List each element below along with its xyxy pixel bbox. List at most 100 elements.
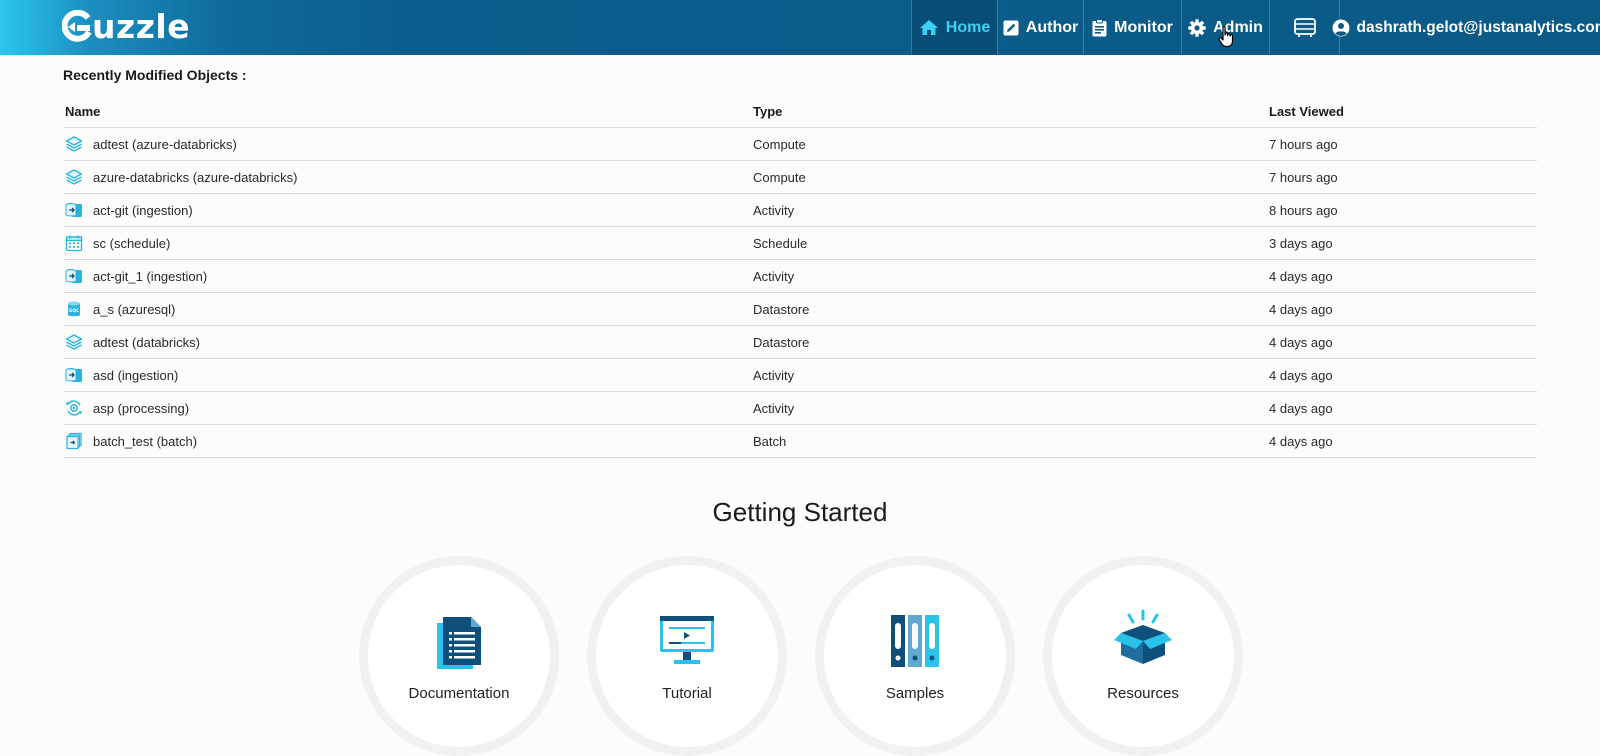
cell-last-viewed: 4 days ago: [1269, 433, 1333, 449]
cell-type: Activity: [753, 367, 795, 383]
nav-monitor[interactable]: Monitor: [1083, 0, 1181, 55]
table-row[interactable]: azure-databricks (azure-databricks) Compu…: [64, 161, 1537, 194]
cell-name[interactable]: act-git_1 (ingestion): [64, 266, 753, 286]
cell-last-viewed: 8 hours ago: [1269, 202, 1338, 218]
object-name[interactable]: asd (ingestion): [93, 368, 178, 383]
cell-type: Activity: [753, 268, 795, 284]
cell-type: Activity: [753, 400, 795, 416]
hand-cursor-icon: [1218, 26, 1234, 48]
samples-card[interactable]: Samples: [815, 556, 1015, 756]
object-name[interactable]: asp (processing): [93, 401, 189, 416]
object-name[interactable]: act-git (ingestion): [93, 203, 193, 218]
table-row[interactable]: act-git_1 (ingestion) Activity 4 days ago: [64, 260, 1537, 293]
user-menu[interactable]: dashrath.gelot@justanalytics.com: [1332, 0, 1600, 55]
cell-last-viewed: 7 hours ago: [1269, 136, 1338, 152]
cell-type: Datastore: [753, 334, 810, 350]
documentation-icon: [437, 617, 481, 669]
tutorial-monitor-icon: [660, 616, 714, 664]
table-row[interactable]: asp (processing) Activity 4 days ago: [64, 392, 1537, 425]
documentation-card[interactable]: Documentation: [359, 556, 559, 756]
table-row[interactable]: adtest (databricks) Datastore 4 days ago: [64, 326, 1537, 359]
sql-database-icon: SQL: [64, 299, 84, 319]
cell-type: Compute: [753, 136, 806, 152]
layers-icon: [64, 332, 84, 352]
recent-objects-title: Recently Modified Objects :: [63, 67, 247, 83]
tutorial-label: Tutorial: [662, 685, 712, 702]
cell-name[interactable]: batch_test (batch): [64, 431, 753, 451]
nav-author-label: Author: [1025, 18, 1079, 36]
table-row[interactable]: batch_test (batch) Batch 4 days ago: [64, 425, 1537, 458]
documentation-label: Documentation: [408, 685, 510, 702]
table-header: Name Type Last Viewed: [64, 96, 1537, 128]
table-row[interactable]: act-git (ingestion) Activity 8 hours ago: [64, 194, 1537, 227]
object-name[interactable]: batch_test (batch): [93, 434, 197, 449]
binders-icon: [891, 615, 939, 667]
column-header-type[interactable]: Type: [753, 104, 1269, 119]
guzzle-logo-icon: [62, 10, 92, 42]
table-row[interactable]: asd (ingestion) Activity 4 days ago: [64, 359, 1537, 392]
layers-icon: [64, 134, 84, 154]
nav-author[interactable]: Author: [997, 0, 1083, 55]
object-name[interactable]: adtest (databricks): [93, 335, 200, 350]
cell-name[interactable]: adtest (databricks): [64, 332, 753, 352]
cell-last-viewed: 4 days ago: [1269, 301, 1333, 317]
cell-name[interactable]: act-git (ingestion): [64, 200, 753, 220]
nav-monitor-label: Monitor: [1114, 18, 1173, 36]
cell-name[interactable]: azure-databricks (azure-databricks): [64, 167, 753, 187]
top-navigation-bar: uzzle Home Author Monitor Admin dashrath…: [0, 0, 1600, 55]
calendar-icon: [64, 233, 84, 253]
logo-text: uzzle: [92, 7, 191, 46]
cell-name[interactable]: adtest (azure-databricks): [64, 134, 753, 154]
cell-last-viewed: 7 hours ago: [1269, 169, 1338, 185]
gear-icon: [1188, 18, 1206, 37]
cell-type: Compute: [753, 169, 806, 185]
cell-type: Batch: [753, 433, 787, 449]
tutorial-card[interactable]: Tutorial: [587, 556, 787, 756]
nav-home[interactable]: Home: [911, 0, 997, 55]
nav-servers[interactable]: [1269, 0, 1339, 55]
samples-label: Samples: [885, 685, 945, 702]
object-name[interactable]: sc (schedule): [93, 236, 170, 251]
clipboard-icon: [1092, 18, 1107, 37]
cell-last-viewed: 3 days ago: [1269, 235, 1333, 251]
ingestion-icon: [64, 365, 84, 385]
user-email: dashrath.gelot@justanalytics.com: [1356, 18, 1600, 36]
nav-home-label: Home: [945, 18, 991, 36]
user-avatar-icon: [1332, 19, 1350, 37]
table-row[interactable]: SQL a_s (azuresql) Datastore 4 days ago: [64, 293, 1537, 326]
ingestion-icon: [64, 266, 84, 286]
table-row[interactable]: adtest (azure-databricks) Compute 7 hours …: [64, 128, 1537, 161]
ingestion-icon: [64, 200, 84, 220]
resources-card[interactable]: Resources: [1043, 556, 1243, 756]
cell-type: Schedule: [753, 235, 808, 251]
getting-started-title: Getting Started: [712, 497, 888, 527]
cell-type: Activity: [753, 202, 795, 218]
cell-name[interactable]: sc (schedule): [64, 233, 753, 253]
resources-label: Resources: [1107, 685, 1179, 702]
batch-icon: [64, 431, 84, 451]
cell-name[interactable]: SQL a_s (azuresql): [64, 299, 753, 319]
cell-last-viewed: 4 days ago: [1269, 268, 1333, 284]
object-name[interactable]: azure-databricks (azure-databricks): [93, 170, 297, 185]
object-name[interactable]: adtest (azure-databricks): [93, 137, 237, 152]
cell-last-viewed: 4 days ago: [1269, 367, 1333, 383]
guzzle-logo[interactable]: uzzle: [62, 8, 190, 46]
open-box-icon: [1114, 609, 1172, 664]
home-icon: [919, 19, 939, 36]
object-name[interactable]: a_s (azuresql): [93, 302, 175, 317]
cell-type: Datastore: [753, 301, 810, 317]
cell-name[interactable]: asp (processing): [64, 398, 753, 418]
column-header-name[interactable]: Name: [64, 104, 753, 119]
table-row[interactable]: sc (schedule) Schedule 3 days ago: [64, 227, 1537, 260]
recent-objects-table: Name Type Last Viewed adtest (azure-data…: [64, 96, 1537, 458]
cell-last-viewed: 4 days ago: [1269, 400, 1333, 416]
cell-last-viewed: 4 days ago: [1269, 334, 1333, 350]
layers-icon: [64, 167, 84, 187]
processing-icon: [64, 398, 84, 418]
edit-icon: [1003, 20, 1019, 36]
cell-name[interactable]: asd (ingestion): [64, 365, 753, 385]
column-header-last-viewed[interactable]: Last Viewed: [1269, 104, 1537, 119]
table-body: adtest (azure-databricks) Compute 7 hours …: [64, 128, 1537, 458]
server-icon: [1293, 17, 1316, 38]
object-name[interactable]: act-git_1 (ingestion): [93, 269, 207, 284]
